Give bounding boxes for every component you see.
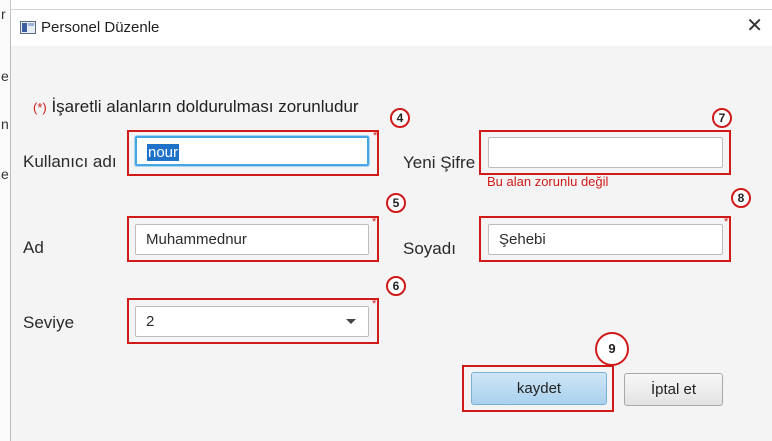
background-text: e [1, 68, 9, 84]
background-text: e [1, 166, 9, 182]
required-star: * [372, 216, 377, 228]
background-text: r [1, 6, 6, 22]
level-label: Seviye [23, 313, 75, 332]
new-password-label: Yeni Şifre [403, 153, 476, 172]
annotation-badge-4: 4 [390, 108, 410, 128]
annotation-badge-9: 9 [595, 332, 629, 366]
screen: r e n e Personel Düzenle ✕ (*) İşaretli … [0, 0, 772, 441]
annotation-box-last-name [479, 216, 731, 262]
optional-field-hint: Bu alan zorunlu değil [487, 174, 609, 189]
last-name-label: Soyadı [403, 239, 456, 258]
required-star: * [372, 298, 377, 310]
required-fields-note: (*) İşaretli alanların doldurulması zoru… [33, 97, 359, 117]
required-note-text: İşaretli alanların doldurulması zorunlud… [51, 97, 359, 116]
annotation-box-new-password [479, 130, 731, 175]
required-marker: (*) [33, 100, 47, 115]
annotation-badge-8: 8 [731, 188, 751, 208]
close-icon[interactable]: ✕ [746, 14, 763, 38]
required-star: * [373, 130, 378, 142]
title-bar: Personel Düzenle ✕ [11, 10, 772, 46]
first-name-label: Ad [23, 238, 44, 257]
window-title: Personel Düzenle [41, 19, 160, 36]
annotation-badge-7: 7 [712, 108, 732, 128]
annotation-badge-5: 5 [386, 193, 406, 213]
background-text: n [1, 116, 9, 132]
annotation-box-first-name [127, 216, 379, 262]
window-app-icon [20, 21, 36, 34]
edit-personnel-dialog: Personel Düzenle ✕ (*) İşaretli alanları… [10, 10, 772, 441]
annotation-box-level [127, 298, 379, 344]
username-label: Kullanıcı adı [23, 152, 117, 171]
required-star: * [724, 216, 729, 228]
annotation-box-username [127, 130, 379, 176]
cancel-button[interactable]: İptal et [624, 373, 723, 406]
annotation-box-save [462, 365, 614, 412]
annotation-badge-6: 6 [386, 276, 406, 296]
